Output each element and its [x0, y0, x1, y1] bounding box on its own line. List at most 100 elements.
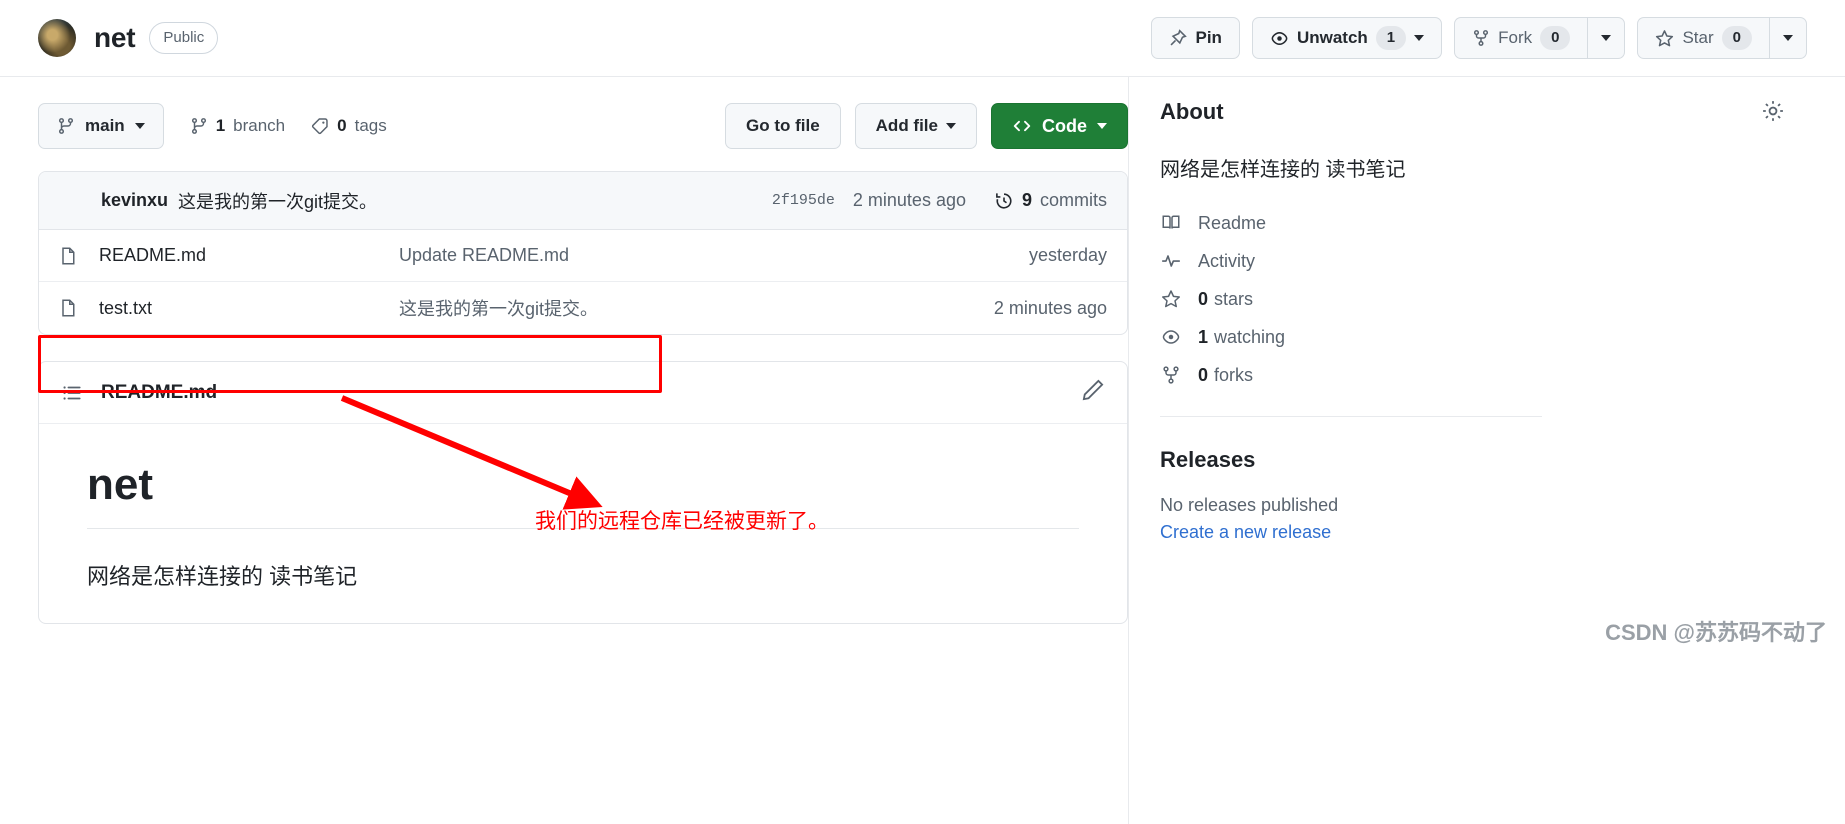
sidebar-item-activity[interactable]: Activity: [1160, 242, 1807, 280]
star-icon: [1160, 289, 1182, 309]
tags-count: 0: [337, 116, 347, 135]
list-unordered-icon[interactable]: [61, 382, 83, 404]
pin-icon: [1169, 29, 1188, 47]
star-label: Star: [1682, 28, 1714, 47]
sidebar-about: About 网络是怎样连接的 读书笔记 Readme Activity 0 st…: [1128, 77, 1807, 824]
commit-author[interactable]: kevinxu: [101, 190, 168, 211]
sidebar-item-label: stars: [1214, 288, 1254, 309]
about-meta-list: Readme Activity 0 stars 1 watching 0 for…: [1160, 204, 1807, 394]
fork-icon: [1160, 365, 1182, 385]
main-column: main 1 branch 0 tags Go to file Add file…: [38, 77, 1128, 624]
toolbar-right-actions: Go to file Add file Code: [724, 103, 1128, 149]
repo-name[interactable]: net: [94, 22, 136, 54]
header-actions: Pin Unwatch 1 Fork 0 Star 0: [1151, 17, 1807, 59]
sidebar-divider: [1160, 416, 1542, 417]
sidebar-item-readme[interactable]: Readme: [1160, 204, 1807, 242]
branch-label: main: [85, 116, 125, 135]
file-name[interactable]: README.md: [99, 245, 399, 266]
branches-label: branch: [233, 116, 286, 135]
code-button[interactable]: Code: [991, 103, 1128, 149]
commit-time: 2 minutes ago: [852, 190, 966, 210]
file-time: yesterday: [1028, 245, 1107, 265]
pin-button[interactable]: Pin: [1151, 17, 1240, 59]
file-commit-message[interactable]: 这是我的第一次git提交。: [399, 295, 994, 321]
fork-dropdown-button[interactable]: [1587, 17, 1626, 59]
eye-icon: [1270, 29, 1289, 48]
pencil-icon[interactable]: [1081, 378, 1105, 407]
unwatch-label: Unwatch: [1296, 28, 1368, 47]
commit-meta: 2f195de 2 minutes ago 9 commits: [772, 190, 1107, 211]
unwatch-button[interactable]: Unwatch 1: [1251, 17, 1443, 59]
branch-icon: [57, 117, 75, 135]
readme-panel-header: README.md: [39, 362, 1127, 424]
unwatch-count: 1: [1375, 26, 1407, 50]
watermark: CSDN @苏苏码不动了: [1605, 620, 1827, 645]
commits-count-link[interactable]: 9 commits: [994, 190, 1107, 211]
fork-button[interactable]: Fork 0: [1454, 17, 1588, 59]
chevron-down-icon[interactable]: [1414, 35, 1425, 41]
file-name[interactable]: test.txt: [99, 298, 399, 319]
file-time: 2 minutes ago: [993, 297, 1107, 318]
chevron-down-icon: [1097, 123, 1107, 129]
file-icon: [59, 246, 87, 266]
fork-icon: [1472, 29, 1490, 47]
sidebar-item-label: Activity: [1198, 250, 1256, 271]
readme-paragraph: 网络是怎样连接的 读书笔记: [87, 564, 358, 589]
add-file-button[interactable]: Add file: [854, 103, 977, 149]
star-dropdown-button[interactable]: [1769, 17, 1807, 59]
repo-content: main 1 branch 0 tags Go to file Add file…: [0, 77, 1845, 824]
gear-icon[interactable]: [1761, 99, 1785, 128]
file-commit-message[interactable]: Update README.md: [399, 245, 1029, 266]
forks-count: 0: [1198, 364, 1209, 385]
branch-selector[interactable]: main: [38, 103, 164, 149]
commit-message[interactable]: 这是我的第一次git提交。: [178, 188, 377, 214]
readme-panel-title: README.md: [101, 381, 218, 403]
table-row[interactable]: test.txt 这是我的第一次git提交。 2 minutes ago: [39, 282, 1127, 334]
chevron-down-icon: [946, 123, 956, 129]
watching-count: 1: [1198, 326, 1209, 347]
fork-label: Fork: [1498, 28, 1533, 47]
book-icon: [1160, 213, 1182, 233]
star-group: Star 0: [1637, 17, 1807, 59]
table-row[interactable]: README.md Update README.md yesterday: [39, 230, 1127, 282]
sidebar-item-label: Readme: [1198, 212, 1267, 233]
about-description: 网络是怎样连接的 读书笔记: [1160, 159, 1406, 181]
latest-commit-bar: kevinxu 这是我的第一次git提交。 2f195de 2 minutes …: [39, 172, 1127, 230]
branches-count-link[interactable]: 1 branch: [190, 116, 285, 136]
sidebar-item-label: watching: [1214, 326, 1286, 347]
tags-label: tags: [354, 116, 387, 135]
star-icon: [1655, 29, 1674, 48]
page-title: About: [1160, 99, 1224, 124]
go-to-file-button[interactable]: Go to file: [724, 103, 841, 149]
chevron-down-icon: [134, 123, 145, 129]
chevron-down-icon: [1783, 35, 1793, 41]
commits-count-label: commits: [1040, 190, 1107, 210]
chevron-down-icon: [1601, 35, 1612, 41]
create-release-link[interactable]: Create a new release: [1160, 522, 1331, 543]
tags-count-link[interactable]: 0 tags: [311, 116, 387, 136]
history-icon: [994, 191, 1014, 211]
code-brackets-icon: [1012, 116, 1032, 136]
star-button[interactable]: Star 0: [1637, 17, 1769, 59]
readme-panel: README.md net 网络是怎样连接的 读书笔记: [38, 361, 1128, 624]
github-repo-page: net Public Pin Unwatch 1 Fork 0 Star 0 m…: [0, 0, 1845, 824]
branch-icon: [190, 117, 208, 135]
stars-count: 0: [1198, 288, 1209, 309]
releases-title: Releases: [1160, 447, 1256, 472]
file-toolbar: main 1 branch 0 tags Go to file Add file…: [38, 103, 1128, 149]
sidebar-item-watching[interactable]: 1 watching: [1160, 318, 1807, 356]
fork-group: Fork 0: [1454, 17, 1626, 59]
branches-count: 1: [215, 116, 226, 135]
code-label: Code: [1042, 115, 1087, 136]
releases-empty-text: No releases published: [1160, 495, 1339, 515]
repo-header: net Public Pin Unwatch 1 Fork 0 Star 0: [0, 0, 1845, 77]
sidebar-item-forks[interactable]: 0 forks: [1160, 356, 1807, 394]
sidebar-item-stars[interactable]: 0 stars: [1160, 280, 1807, 318]
file-list-box: kevinxu 这是我的第一次git提交。 2f195de 2 minutes …: [38, 171, 1128, 335]
pulse-icon: [1160, 251, 1182, 271]
eye-icon: [1160, 327, 1182, 347]
file-icon: [59, 298, 87, 318]
tag-icon: [311, 117, 329, 135]
commit-sha[interactable]: 2f195de: [772, 192, 835, 209]
star-count: 0: [1721, 26, 1752, 50]
